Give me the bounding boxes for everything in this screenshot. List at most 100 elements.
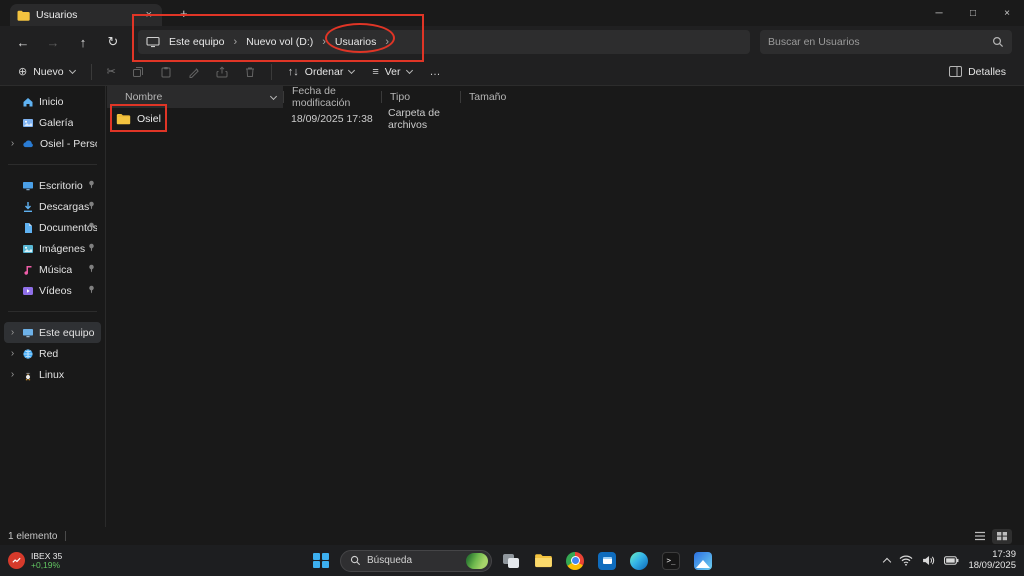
file-explorer-icon[interactable] <box>530 548 556 574</box>
volume-icon[interactable] <box>922 555 935 566</box>
back-button[interactable]: ← <box>8 29 38 55</box>
widgets-button[interactable]: IBEX 35 +0,19% <box>8 552 62 570</box>
pin-icon <box>87 179 96 193</box>
pin-icon <box>87 242 96 256</box>
breadcrumb-usuarios[interactable]: Usuarios <box>332 34 379 50</box>
expand-chevron-icon[interactable]: › <box>8 369 17 380</box>
expand-chevron-icon[interactable]: › <box>8 348 17 359</box>
sidebar-item-este-equipo[interactable]: › Este equipo <box>4 322 101 343</box>
wifi-icon[interactable] <box>899 555 913 566</box>
expand-chevron-icon[interactable]: › <box>8 327 17 338</box>
chevron-down-icon <box>348 67 355 74</box>
column-header-tipo[interactable]: Tipo <box>382 86 460 108</box>
downloads-icon <box>22 201 34 213</box>
column-header-tamano[interactable]: Tamaño <box>461 86 519 108</box>
minimize-button[interactable]: ─ <box>922 0 956 26</box>
sort-button[interactable]: ↑↓ Ordenar <box>280 62 363 82</box>
terminal-icon[interactable]: >_ <box>658 548 684 574</box>
cut-button[interactable]: ✂ <box>100 61 123 82</box>
sidebar-divider <box>8 311 97 312</box>
delete-button[interactable] <box>237 62 263 82</box>
column-header-fecha[interactable]: Fecha de modificación <box>284 86 381 108</box>
task-view-icon[interactable] <box>498 548 524 574</box>
breadcrumb-este-equipo[interactable]: Este equipo <box>166 34 227 50</box>
chevron-down-icon[interactable] <box>270 92 277 99</box>
up-button[interactable]: ↑ <box>68 29 98 55</box>
refresh-button[interactable]: ↻ <box>98 29 128 55</box>
details-pane-button[interactable]: Detalles <box>941 62 1014 82</box>
address-bar[interactable]: Este equipo › Nuevo vol (D:) › Usuarios … <box>138 30 750 54</box>
maximize-button[interactable]: □ <box>956 0 990 26</box>
sidebar: Inicio Galería › Osiel - Personal Escrit… <box>0 86 106 527</box>
sidebar-item-musica[interactable]: Música <box>4 259 101 280</box>
tab-usuarios[interactable]: Usuarios × <box>10 4 162 26</box>
sidebar-item-label: Linux <box>39 369 64 381</box>
stock-widget-icon <box>8 552 25 569</box>
taskbar-search-button[interactable]: Búsqueda <box>340 550 492 572</box>
sidebar-item-label: Descargas <box>39 201 89 213</box>
pin-icon <box>87 284 96 298</box>
folder-icon <box>116 113 131 125</box>
share-button[interactable] <box>209 62 235 82</box>
sidebar-item-linux[interactable]: › Linux <box>4 364 101 385</box>
forward-button[interactable]: → <box>38 29 68 55</box>
toolbar-divider <box>91 64 92 80</box>
paste-button[interactable] <box>153 62 179 82</box>
rename-button[interactable] <box>181 62 207 82</box>
details-view-button[interactable] <box>970 529 990 544</box>
view-button[interactable]: ≡ Ver <box>364 62 419 82</box>
copy-button[interactable] <box>125 62 151 82</box>
sidebar-item-label: Música <box>39 264 72 276</box>
chevron-right-icon[interactable]: › <box>385 36 389 48</box>
search-input[interactable] <box>768 36 992 48</box>
status-bar: 1 elemento <box>0 527 1024 545</box>
chevron-right-icon[interactable]: › <box>233 36 237 48</box>
edge-icon[interactable] <box>626 548 652 574</box>
sidebar-item-onedrive[interactable]: › Osiel - Personal <box>4 133 101 154</box>
onedrive-cloud-icon <box>22 139 35 148</box>
column-label: Tamaño <box>469 91 506 103</box>
gallery-icon <box>22 117 34 129</box>
this-pc-icon <box>22 327 34 339</box>
chrome-icon[interactable] <box>562 548 588 574</box>
title-bar: Usuarios × + ─ □ × <box>0 0 1024 26</box>
sidebar-item-documentos[interactable]: Documentos <box>4 217 101 238</box>
copy-icon <box>132 66 144 78</box>
sidebar-item-videos[interactable]: Vídeos <box>4 280 101 301</box>
large-icons-view-button[interactable] <box>992 529 1012 544</box>
pin-icon <box>87 200 96 214</box>
photos-icon[interactable] <box>690 548 716 574</box>
battery-icon[interactable] <box>944 556 959 565</box>
new-tab-button[interactable]: + <box>176 6 192 21</box>
sidebar-item-imagenes[interactable]: Imágenes <box>4 238 101 259</box>
details-label: Detalles <box>968 66 1006 78</box>
home-icon <box>22 96 34 108</box>
details-pane-icon <box>949 66 962 77</box>
breadcrumb-nuevo-vol-d[interactable]: Nuevo vol (D:) <box>243 34 316 50</box>
sidebar-item-escritorio[interactable]: Escritorio <box>4 175 101 196</box>
search-box[interactable] <box>760 30 1012 54</box>
file-row-osiel[interactable]: Osiel 18/09/2025 17:38 Carpeta de archiv… <box>107 108 1024 130</box>
sidebar-item-galeria[interactable]: Galería <box>4 112 101 133</box>
sidebar-item-label: Este equipo <box>39 327 94 339</box>
sidebar-divider <box>8 164 97 165</box>
hidden-icons-chevron-icon[interactable] <box>883 558 891 566</box>
new-button[interactable]: ⊕ Nuevo <box>10 61 83 82</box>
expand-chevron-icon[interactable]: › <box>8 138 17 149</box>
ellipsis-icon: … <box>430 66 441 78</box>
column-header-nombre[interactable]: Nombre <box>107 86 283 108</box>
sidebar-item-red[interactable]: › Red <box>4 343 101 364</box>
close-button[interactable]: × <box>990 0 1024 26</box>
chevron-right-icon[interactable]: › <box>322 36 326 48</box>
sidebar-item-inicio[interactable]: Inicio <box>4 91 101 112</box>
sidebar-item-label: Galería <box>39 117 73 129</box>
start-button[interactable] <box>308 548 334 574</box>
clock[interactable]: 17:39 18/09/2025 <box>968 550 1016 572</box>
tab-close-icon[interactable]: × <box>143 9 155 21</box>
store-icon[interactable] <box>594 548 620 574</box>
file-modified: 18/09/2025 17:38 <box>291 113 373 125</box>
music-icon <box>22 264 34 276</box>
sidebar-item-descargas[interactable]: Descargas <box>4 196 101 217</box>
more-options-button[interactable]: … <box>422 62 449 82</box>
pictures-icon <box>22 243 34 255</box>
